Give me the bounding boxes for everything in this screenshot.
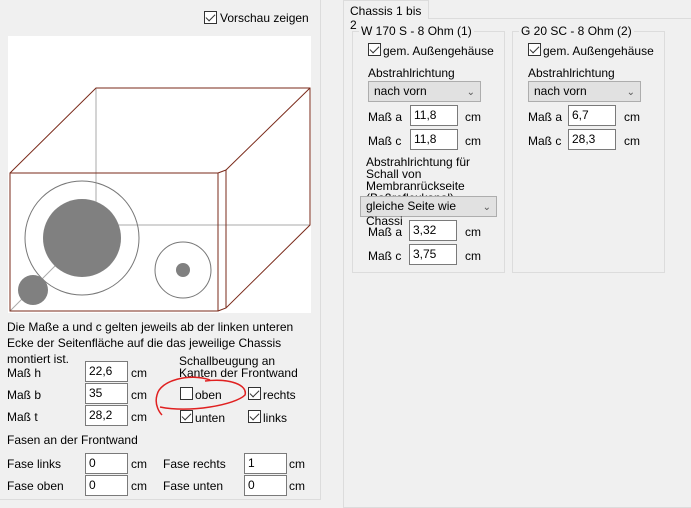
bevel-bottom-unit: cm [289,479,305,493]
show-preview-label: Vorschau zeigen [220,11,309,25]
chassis1-rear-select[interactable]: gleiche Seite wie Chassi ⌄ [360,196,497,228]
chassis1-dir-label: Abstrahlrichtung [368,66,455,80]
chassis1-c-input[interactable]: 11,8 [410,129,458,150]
diffraction-left-label: links [263,411,288,425]
tweeter-dome [176,263,190,277]
chassis1-c-unit: cm [465,134,481,148]
chassis2-shared-checkbox[interactable] [528,43,541,56]
chassis2-title: G 20 SC - 8 Ohm (2) [519,24,634,38]
chassis2-a-input[interactable]: 6,7 [568,105,616,126]
dim-t-label: Maß t [7,410,38,424]
bevel-bottom-input[interactable]: 0 [244,475,287,496]
chassis1-ra-input[interactable]: 3,32 [409,220,457,241]
woofer-cone [43,199,121,277]
chassis2-dir-select[interactable]: nach vorn ⌄ [528,81,641,102]
chevron-down-icon: ⌄ [466,87,475,98]
chassis1-a-unit: cm [465,110,481,124]
bevel-top-label: Fase oben [7,479,64,493]
bevel-right-input[interactable]: 1 [244,453,287,474]
bevel-left-input[interactable]: 0 [85,453,128,474]
chassis1-rc-label: Maß c [368,249,402,263]
dim-b-input[interactable]: 35 [85,383,128,404]
chassis1-ra-label: Maß a [368,225,403,239]
chassis1-a-input[interactable]: 11,8 [410,105,458,126]
chassis1-c-label: Maß c [368,134,402,148]
chassis2-c-label: Maß c [528,134,562,148]
chassis2-a-unit: cm [624,110,640,124]
diffraction-right-label: rechts [263,388,296,402]
show-preview-checkbox[interactable] [204,11,217,24]
bevel-right-label: Fase rechts [163,457,226,471]
bass-reflex-port [18,275,48,305]
chassis1-dir-value: nach vorn [374,84,427,98]
dim-t-input[interactable]: 28,2 [85,405,128,426]
bevel-right-unit: cm [289,457,305,471]
chassis1-a-label: Maß a [368,110,403,124]
chassis1-rc-unit: cm [465,249,481,263]
bevel-top-input[interactable]: 0 [85,475,128,496]
bevel-left-unit: cm [131,457,147,471]
dim-h-label: Maß h [7,366,42,380]
bevel-left-label: Fase links [7,457,62,471]
chassis1-ra-unit: cm [465,225,481,239]
dim-b-label: Maß b [7,388,42,402]
chassis1-rc-input[interactable]: 3,75 [409,244,457,265]
dim-h-unit: cm [131,366,147,380]
speaker-preview [8,36,311,313]
chevron-down-icon: ⌄ [626,87,635,98]
chassis2-c-input[interactable]: 28,3 [568,129,616,150]
chevron-down-icon: ⌄ [482,202,491,213]
chassis2-dir-label: Abstrahlrichtung [528,66,615,80]
dim-b-unit: cm [131,388,147,402]
dim-h-input[interactable]: 22,6 [85,361,128,382]
tab-chassis-1-2[interactable]: Chassis 1 bis 2 [343,0,429,32]
chassis2-shared-label: gem. Außengehäuse [543,44,654,58]
chassis2-a-label: Maß a [528,110,563,124]
bevels-title: Fasen an der Frontwand [7,433,138,447]
chassis1-shared-label: gem. Außengehäuse [383,44,494,58]
chassis2-c-unit: cm [624,134,640,148]
red-annotation-circle [155,376,246,416]
chassis1-title: W 170 S - 8 Ohm (1) [359,24,474,38]
bevel-top-unit: cm [131,479,147,493]
chassis2-dir-value: nach vorn [534,84,587,98]
bevel-bottom-label: Fase unten [163,479,224,493]
chassis1-dir-select[interactable]: nach vorn ⌄ [368,81,481,102]
chassis1-shared-checkbox[interactable] [368,43,381,56]
dim-t-unit: cm [131,410,147,424]
